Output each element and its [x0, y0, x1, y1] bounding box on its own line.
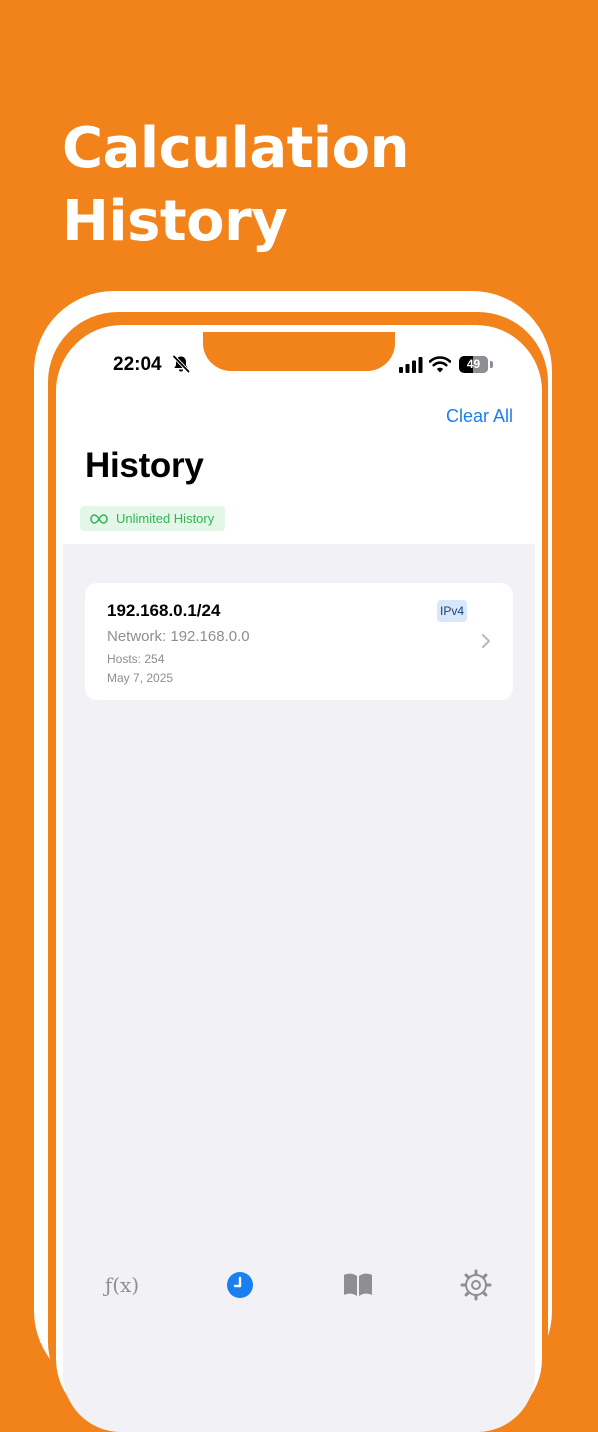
chevron-right-icon	[482, 634, 490, 648]
promo-headline-line1: Calculation	[62, 116, 409, 181]
history-item-hosts: Hosts: 254	[107, 652, 165, 666]
tab-reference[interactable]	[338, 1268, 378, 1302]
bell-slash-icon	[172, 355, 190, 373]
book-icon	[344, 1273, 372, 1296]
tab-bar: ƒ(x)	[63, 1268, 535, 1308]
promo-headline: Calculation History	[62, 112, 542, 258]
clear-all-button[interactable]: Clear All	[446, 406, 513, 427]
tab-calculator[interactable]: ƒ(x)	[102, 1268, 142, 1302]
device-notch	[203, 332, 395, 371]
tab-history[interactable]	[220, 1268, 260, 1302]
ip-version-badge: IPv4	[437, 600, 468, 622]
promo-headline-line2: History	[62, 189, 288, 254]
unlimited-history-badge: Unlimited History	[80, 506, 226, 531]
battery-body: 49	[459, 356, 488, 373]
function-icon: ƒ(x)	[104, 1273, 140, 1297]
infinity-icon	[90, 513, 108, 524]
battery-level: 49	[466, 357, 481, 371]
battery-indicator: 49	[459, 356, 493, 373]
history-item-network: Network: 192.168.0.0	[107, 628, 250, 645]
battery-cap	[490, 361, 493, 368]
clock-icon	[227, 1272, 253, 1298]
unlimited-history-label: Unlimited History	[116, 511, 215, 526]
gear-icon	[460, 1269, 492, 1301]
tab-settings[interactable]	[456, 1268, 496, 1302]
history-item[interactable]: 192.168.0.1/24 Network: 192.168.0.0 Host…	[85, 583, 513, 700]
wifi-icon	[429, 356, 451, 373]
history-item-address: 192.168.0.1/24	[107, 601, 221, 620]
page-title: History	[85, 446, 204, 485]
cellular-signal-icon	[399, 357, 423, 373]
phone-screen: 22:04 49 Clear All History Unlimited His…	[63, 332, 535, 1432]
status-time: 22:04	[113, 354, 162, 375]
history-item-date: May 7, 2025	[107, 671, 174, 685]
